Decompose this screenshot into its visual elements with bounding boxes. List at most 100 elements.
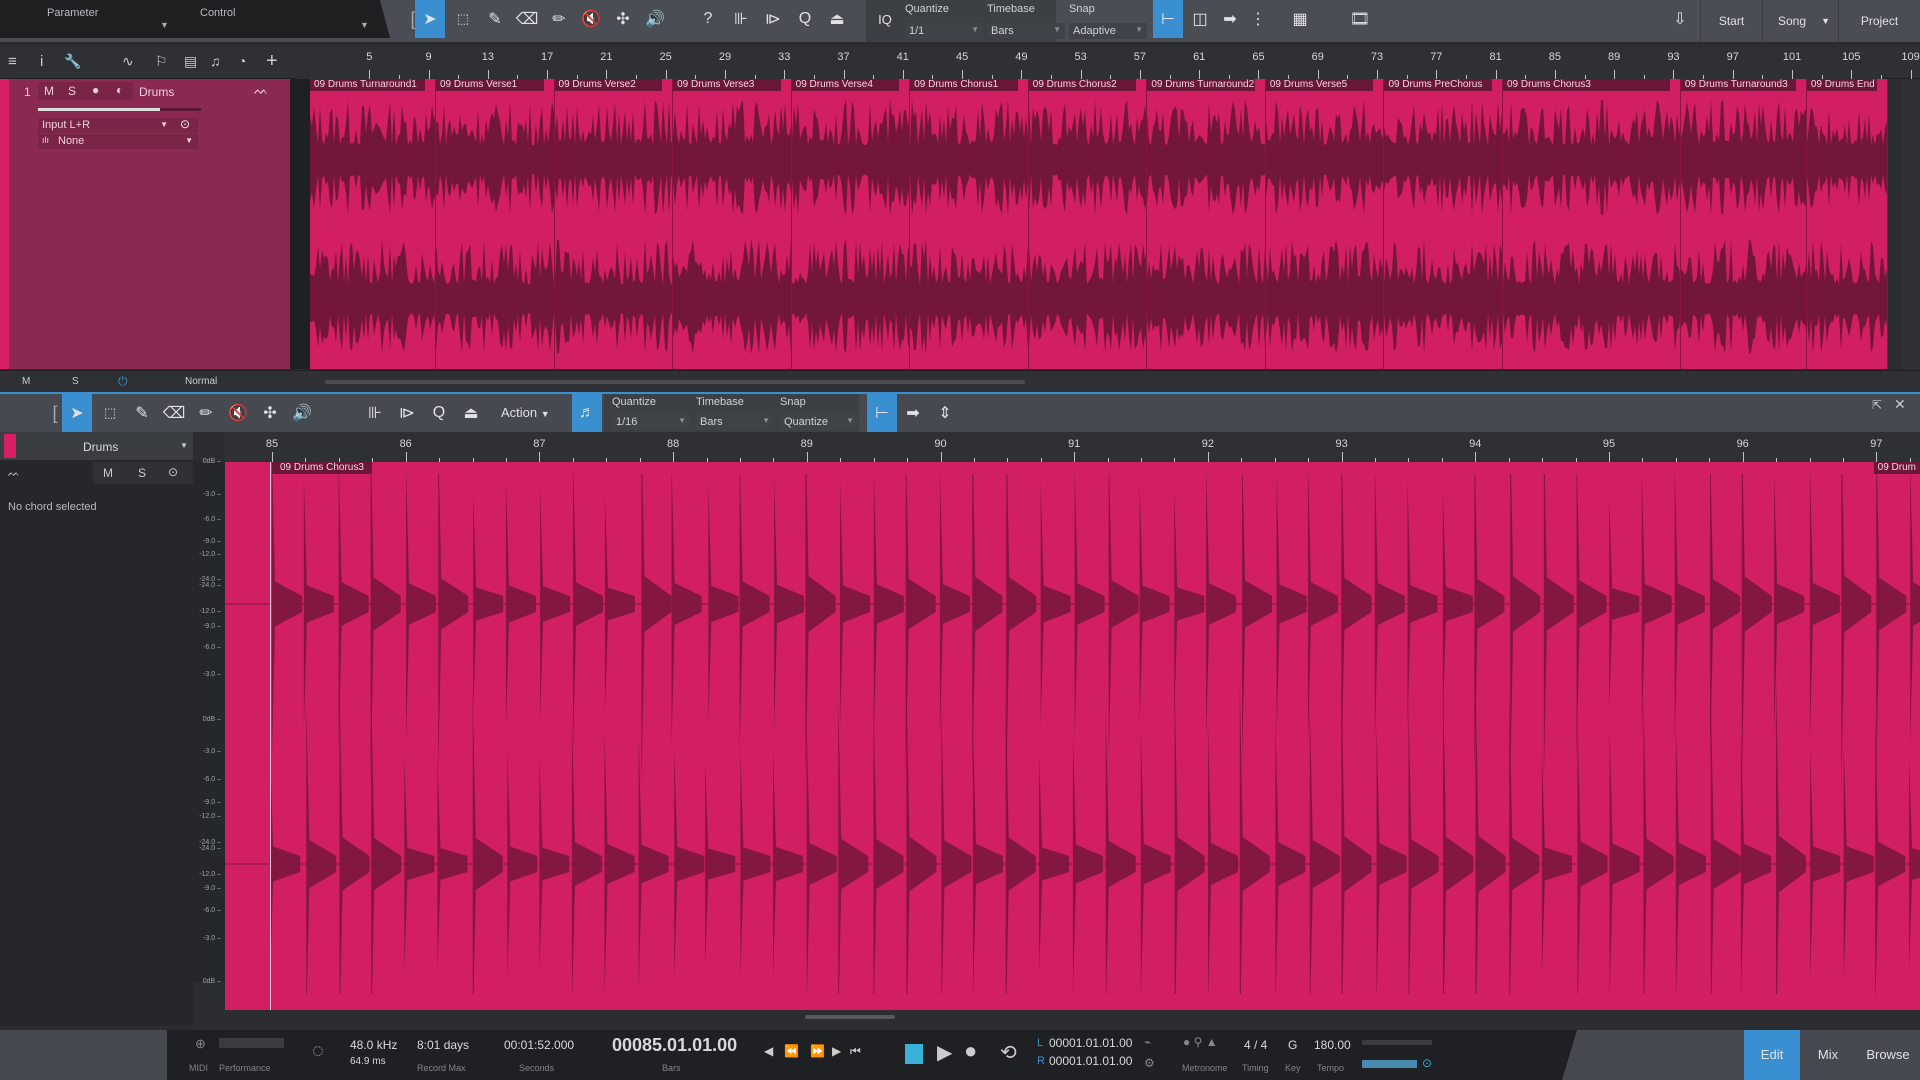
paint-tool-button[interactable]: ✏ xyxy=(544,0,574,38)
fast-forward-button[interactable]: ⏩ xyxy=(810,1044,825,1058)
listen-tool-button[interactable]: 🔊 xyxy=(640,0,670,38)
loop-start[interactable]: 00001.01.01.00 xyxy=(1049,1036,1132,1050)
record-button[interactable]: ● xyxy=(964,1038,977,1064)
parameter-dropdown-caret[interactable]: ▼ xyxy=(160,20,169,30)
edit-view-button[interactable]: Edit xyxy=(1744,1030,1800,1080)
metronome-icons[interactable]: ● ⚲ ▲ xyxy=(1183,1035,1218,1049)
grid-options-icon[interactable]: ▦ xyxy=(1285,0,1315,38)
editor-autoscroll-icon[interactable]: ➡ xyxy=(898,394,928,432)
control-dropdown-caret[interactable]: ▼ xyxy=(360,20,369,30)
record-arm-button[interactable]: ● xyxy=(92,83,99,97)
quantize-dropdown[interactable]: Quantize 1/1 ▼ xyxy=(905,3,983,39)
download-icon[interactable]: ⇩ xyxy=(1660,0,1700,38)
editor-split-tool[interactable]: ✎ xyxy=(127,394,157,432)
footer-mute-button[interactable]: M xyxy=(22,376,30,387)
start-button[interactable]: Start xyxy=(1700,0,1762,42)
mute-tool-button[interactable]: 🔇 xyxy=(576,0,606,38)
song-button[interactable]: Song ▼ xyxy=(1762,0,1838,42)
audiobend-icon[interactable]: ⧐ xyxy=(758,0,788,38)
inspector-icon[interactable]: i xyxy=(40,53,43,70)
tempo-value[interactable]: 180.00 xyxy=(1314,1038,1351,1052)
mode-select[interactable]: Normal xyxy=(185,376,217,387)
editor-listen-tool[interactable]: 🔊 xyxy=(287,394,317,432)
bend-tool-button[interactable]: ✣ xyxy=(608,0,638,38)
clip[interactable]: 09 Drums Verse5 xyxy=(1265,79,1385,369)
split-tool-button[interactable]: ✎ xyxy=(480,0,510,38)
clip[interactable]: 09 Drums Chorus3 xyxy=(1503,79,1681,369)
marker-icon[interactable]: ⚐ xyxy=(155,53,168,70)
arrange-view[interactable]: 09 Drums Turnaround1 09 Drums Verse1 09 Dr… xyxy=(310,79,1889,369)
horizontal-scrollbar[interactable] xyxy=(325,380,1025,384)
editor-range-tool[interactable]: ⬚ xyxy=(95,394,125,432)
monitor-button[interactable]: ◐ xyxy=(116,83,123,97)
clip[interactable]: 09 Drums Chorus1 xyxy=(910,79,1029,369)
editor-quantize-dropdown[interactable]: Quantize 1/16 ▼ xyxy=(612,396,690,430)
editor-snap-dropdown[interactable]: Snap Quantize ▼ xyxy=(780,396,858,430)
input-select[interactable]: Input L+R ▼ xyxy=(38,118,198,133)
editor-groove-icon[interactable]: ⏏ xyxy=(456,394,486,432)
close-icon[interactable]: ✕ xyxy=(1894,396,1906,413)
quantize-button[interactable]: Q xyxy=(790,0,820,38)
clip[interactable]: 09 Drums Verse4 xyxy=(791,79,911,369)
editor-ruler[interactable]: 85 86 87 88 89 90 91 92 93 94 95 96 97 xyxy=(225,432,1920,462)
editor-snap-grid-button[interactable]: ⊢ xyxy=(867,394,897,432)
editor-bend-tool[interactable]: ✣ xyxy=(255,394,285,432)
key-value[interactable]: G xyxy=(1288,1038,1297,1052)
editor-waveform[interactable]: 09 Drums Chorus3 09 Drum xyxy=(225,462,1920,1010)
split-view-icon[interactable]: ⋮ xyxy=(1243,0,1273,38)
footer-solo-button[interactable]: S xyxy=(72,376,79,387)
track-header-drums[interactable]: 1 M S ● ◐ Drums ᨓ Input L+R ▼ ⊙ ılı None… xyxy=(0,79,290,369)
editor-zoom-icon[interactable]: ⇕ xyxy=(930,394,960,432)
editor-monitor-toggle[interactable]: ⊙ xyxy=(168,465,178,479)
editor-mute-tool[interactable]: 🔇 xyxy=(223,394,253,432)
loop-button[interactable]: ⟲ xyxy=(1000,1040,1017,1065)
clip[interactable]: 09 Drums Turnaround1 xyxy=(310,79,436,369)
play-button[interactable]: ▶ xyxy=(937,1040,952,1065)
input-monitor-toggle[interactable]: ⊙ xyxy=(180,117,190,131)
time-signature[interactable]: 4 / 4 xyxy=(1244,1038,1267,1052)
snap-dropdown[interactable]: Snap Adaptive ▼ xyxy=(1069,3,1147,39)
timebase-dropdown[interactable]: Timebase Bars ▼ xyxy=(987,3,1065,39)
editor-audiobend-icon[interactable]: ⧐ xyxy=(392,394,422,432)
snap-events-icon[interactable]: ◫ xyxy=(1185,0,1215,38)
detach-icon[interactable]: ⇱ xyxy=(1872,398,1882,412)
solo-button[interactable]: S xyxy=(68,84,76,98)
time-bars[interactable]: 00085.01.01.00 xyxy=(612,1035,737,1056)
range-tool-button[interactable]: ⬚ xyxy=(448,0,478,38)
tempo-track-icon[interactable]: ◔ xyxy=(238,53,246,69)
chord-track-icon[interactable]: ♫ xyxy=(210,53,221,69)
video-icon[interactable]: 🎞 xyxy=(1345,0,1375,38)
arrange-ruler[interactable]: 5 9 13 17 21 25 29 33 37 41 45 49 53 57 61 65 69 73 77 81 85… xyxy=(296,47,1920,79)
stop-button[interactable] xyxy=(905,1044,923,1064)
clip[interactable]: 09 Drums Verse2 xyxy=(554,79,674,369)
clip[interactable]: 09 Drums Verse1 xyxy=(435,79,555,369)
playhead[interactable] xyxy=(270,462,271,1010)
volume-slider[interactable] xyxy=(38,108,201,111)
editor-solo-button[interactable]: S xyxy=(138,466,146,480)
prev-marker-button[interactable]: ◀ xyxy=(764,1044,773,1058)
rewind-button[interactable]: ⏪ xyxy=(784,1044,799,1058)
clip[interactable]: 09 Drums End xyxy=(1806,79,1889,369)
loop-end[interactable]: 00001.01.01.00 xyxy=(1049,1054,1132,1068)
editor-track-select[interactable]: Drums ▼ xyxy=(0,432,193,460)
groove-icon[interactable]: ⏏ xyxy=(822,0,852,38)
settings-icon[interactable]: ⚙ xyxy=(1144,1056,1155,1070)
editor-quantize-button[interactable]: Q xyxy=(424,394,454,432)
clip[interactable]: 09 Drums Chorus2 xyxy=(1028,79,1148,369)
eraser-tool-button[interactable]: ⌫ xyxy=(512,0,542,38)
snap-to-grid-button[interactable]: ⊢ xyxy=(1153,0,1183,38)
master-volume[interactable] xyxy=(1362,1060,1417,1068)
automation-icon[interactable]: ∿ xyxy=(122,53,134,70)
precount-icon[interactable]: ⌁ xyxy=(1144,1035,1151,1049)
vertical-scrollbar[interactable] xyxy=(1902,79,1920,369)
clip[interactable]: 09 Drums Verse3 xyxy=(673,79,792,369)
clip[interactable]: 09 Drums Turnaround3 xyxy=(1680,79,1807,369)
autoscroll-icon[interactable]: ➡ xyxy=(1215,0,1245,38)
mix-view-button[interactable]: Mix xyxy=(1800,1030,1856,1080)
track-list-icon[interactable]: ≡ xyxy=(8,53,17,70)
editor-timebase-dropdown[interactable]: Timebase Bars ▼ xyxy=(696,396,774,430)
detect-transients-icon[interactable]: ⊪ xyxy=(726,0,756,38)
next-marker-button[interactable]: ▶ xyxy=(832,1044,841,1058)
editor-eraser-tool[interactable]: ⌫ xyxy=(159,394,189,432)
project-button[interactable]: Project xyxy=(1838,0,1920,42)
